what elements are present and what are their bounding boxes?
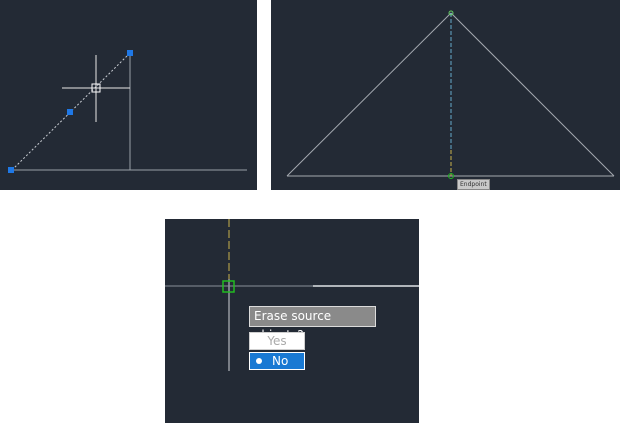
option-no-label: No [272,354,289,368]
erase-source-prompt: Erase source objects? [249,306,376,342]
triangle-midline-view[interactable]: Endpoint [271,0,620,190]
drawing-canvas-2[interactable] [271,0,620,190]
triangle-left-edge[interactable] [286,12,452,177]
selected-bullet-icon [256,358,262,364]
erase-prompt-view[interactable]: Erase source objects? Yes No [165,219,419,423]
drawing-canvas-1[interactable] [0,0,257,190]
option-yes[interactable]: Yes [249,332,305,350]
grip-mid[interactable] [67,109,73,115]
grip-end[interactable] [127,50,133,56]
option-no[interactable]: No [249,352,305,370]
line-grip-edit-view[interactable] [0,0,257,190]
triangle-right-edge[interactable] [450,12,615,177]
grip-start[interactable] [8,167,14,173]
snap-tooltip: Endpoint [457,179,490,190]
